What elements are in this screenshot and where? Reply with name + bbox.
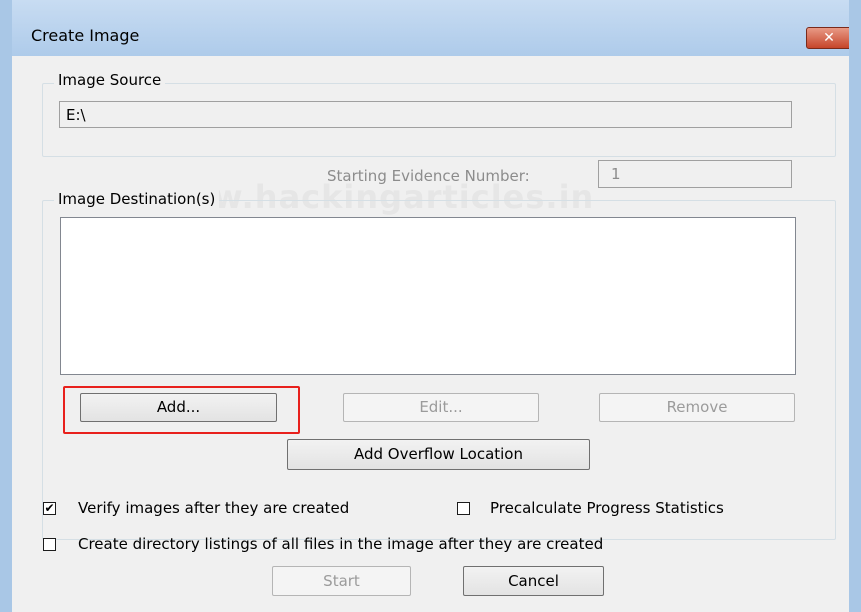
add-button[interactable]: Add... <box>80 393 277 422</box>
add-overflow-location-button[interactable]: Add Overflow Location <box>287 439 590 470</box>
image-source-field[interactable]: E:\ <box>59 101 792 128</box>
evidence-number-field[interactable]: 1 <box>598 160 792 188</box>
precalculate-checkbox[interactable] <box>457 502 470 515</box>
evidence-number-value: 1 <box>611 165 621 183</box>
precalculate-label: Precalculate Progress Statistics <box>490 499 724 517</box>
destination-list[interactable] <box>60 217 796 375</box>
edit-button[interactable]: Edit... <box>343 393 539 422</box>
title-bar: Create Image ✕ <box>0 0 861 56</box>
image-source-legend: Image Source <box>54 71 166 89</box>
remove-button[interactable]: Remove <box>599 393 795 422</box>
start-button[interactable]: Start <box>272 566 411 596</box>
directory-listings-checkbox[interactable] <box>43 538 56 551</box>
image-source-value: E:\ <box>66 106 86 124</box>
window-title: Create Image <box>31 26 140 45</box>
evidence-number-label: Starting Evidence Number: <box>327 167 530 185</box>
window-frame-right <box>849 0 861 612</box>
image-destination-legend: Image Destination(s) <box>54 190 220 208</box>
verify-label: Verify images after they are created <box>78 499 350 517</box>
dialog-body: www.hackingarticles.in Image Source E:\ … <box>12 56 849 612</box>
verify-checkbox[interactable]: ✔ <box>43 502 56 515</box>
close-icon[interactable]: ✕ <box>806 27 852 49</box>
check-icon: ✔ <box>44 501 55 515</box>
cancel-button[interactable]: Cancel <box>463 566 604 596</box>
directory-listings-label: Create directory listings of all files i… <box>78 535 604 553</box>
window-frame-left <box>0 0 12 612</box>
